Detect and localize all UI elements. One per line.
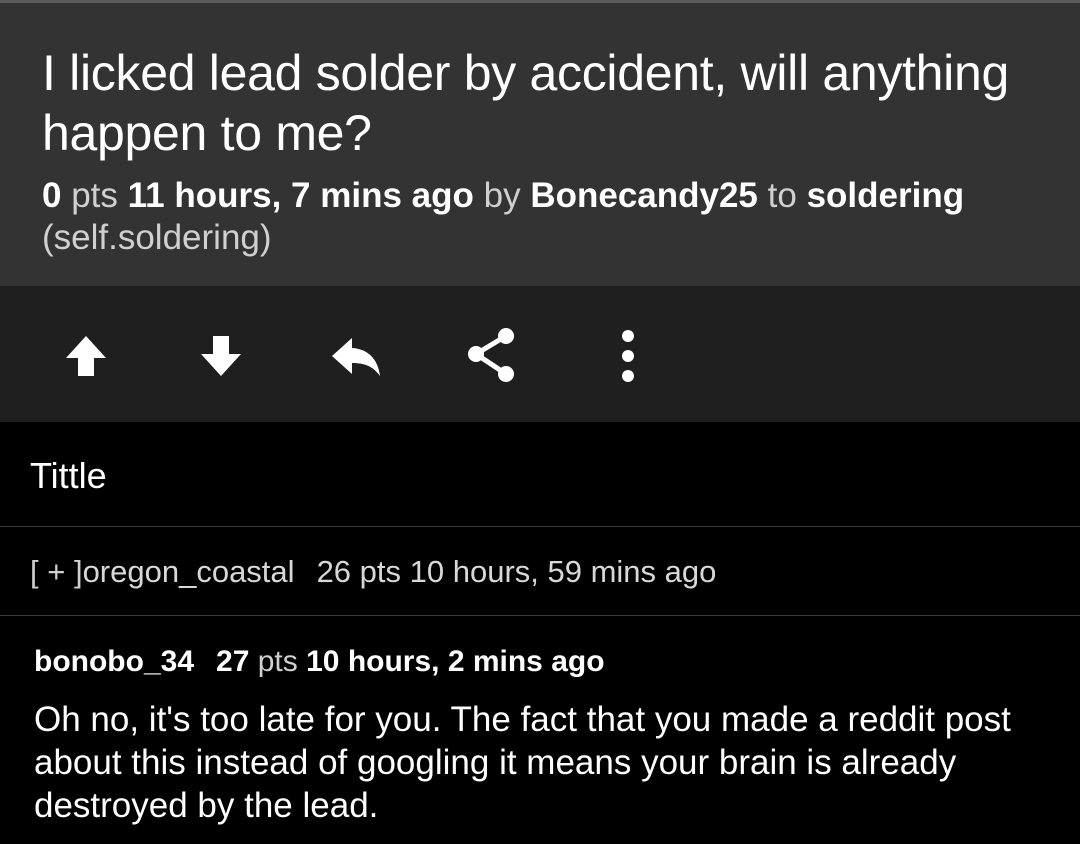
post-action-bar [0,286,1080,422]
arrow-down-icon [201,336,241,376]
comment-author-link[interactable]: bonobo_34 [34,645,194,678]
downvote-button[interactable] [181,316,261,396]
post-pts-label: pts [71,176,118,215]
comment-body: Oh no, it's too late for you. The fact t… [34,700,1011,825]
more-options-button[interactable] [588,316,668,396]
comment-pts-label: pts [257,645,298,678]
post-to-label: to [767,176,797,215]
reply-icon [332,338,380,376]
comment-meta: bonobo_34 27 pts 10 hours, 2 mins ago [34,644,605,680]
comment-author-link[interactable]: oregon_coastal [83,554,295,589]
collapsed-comment[interactable]: [ + ]oregon_coastal 26 pts 10 hours, 59 m… [0,527,1080,616]
post-selftext: Tittle [0,422,1080,527]
post-score: 0 [42,176,62,215]
post-time-ago: 11 hours, 7 mins ago [127,176,474,215]
upvote-button[interactable] [46,316,126,396]
collapsed-comment-meta: [ + ]oregon_coastal 26 pts 10 hours, 59 m… [30,553,716,591]
post-header: I licked lead solder by accident, will a… [0,0,1080,286]
comment-score: 26 pts [316,554,402,589]
comment[interactable]: bonobo_34 27 pts 10 hours, 2 mins ago Oh … [0,616,1080,844]
post-subreddit-link[interactable]: soldering [807,176,965,215]
post-by-label: by [483,176,521,215]
comment-time-ago: 10 hours, 59 mins ago [409,554,717,589]
post-domain[interactable]: (self.soldering) [42,218,272,257]
reply-button[interactable] [316,316,396,396]
arrow-up-icon [66,336,106,376]
comment-score: 27 [216,645,250,678]
post-meta: 0 pts 11 hours, 7 mins ago by Bonecandy2… [42,175,1052,259]
more-vertical-icon [622,330,634,382]
comment-time-ago: 10 hours, 2 mins ago [306,645,605,678]
share-button[interactable] [452,316,532,396]
post-author-link[interactable]: Bonecandy25 [530,176,758,215]
selftext-body: Tittle [30,455,107,496]
expand-comment-toggle[interactable]: [ + ] [30,554,83,589]
share-icon [468,328,514,382]
post-title[interactable]: I licked lead solder by accident, will a… [42,43,1042,163]
